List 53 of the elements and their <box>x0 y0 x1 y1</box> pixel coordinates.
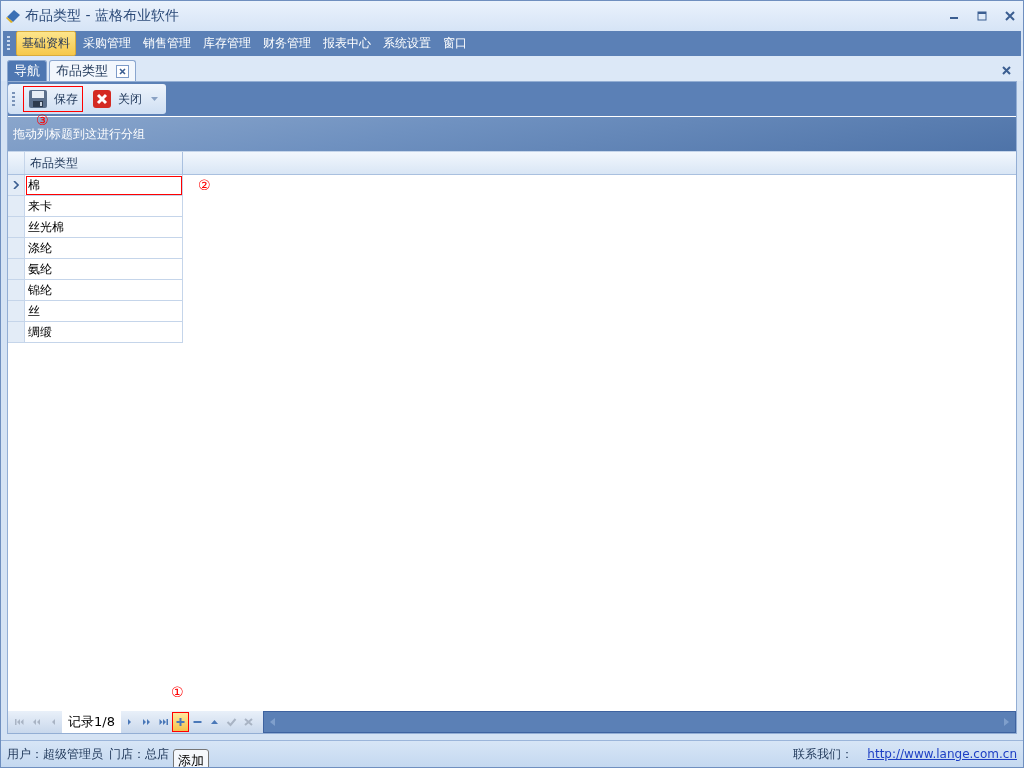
store-label: 门店：总店 <box>109 745 169 763</box>
column-header[interactable]: 布品类型 <box>25 152 183 174</box>
prev-page-icon <box>31 717 42 727</box>
table-cell[interactable]: 锦纶 <box>25 280 183 301</box>
table-cell[interactable]: 棉 <box>25 175 183 196</box>
add-icon <box>174 717 186 727</box>
maximize-icon[interactable] <box>977 11 987 21</box>
current-row-icon <box>13 181 19 189</box>
dropdown-arrow-icon[interactable] <box>151 97 158 101</box>
menu-item[interactable]: 财务管理 <box>258 32 316 55</box>
contact-label: 联系我们： <box>793 745 854 763</box>
scroll-right-icon[interactable] <box>1004 718 1009 726</box>
menu-item[interactable]: 库存管理 <box>198 32 256 55</box>
close-icon[interactable] <box>116 64 129 78</box>
tab[interactable]: 导航 <box>7 60 47 81</box>
next-page-icon <box>140 717 152 727</box>
tab[interactable]: 布品类型 <box>49 60 136 81</box>
tooltip: 添加 <box>173 749 209 767</box>
edit-icon <box>208 717 220 727</box>
annotation-number: ① <box>170 684 184 700</box>
group-panel-hint: 拖动列标题到这进行分组 <box>13 126 145 143</box>
table-cell[interactable]: 来卡 <box>25 196 183 217</box>
close-icon <box>92 89 112 109</box>
table-cell[interactable]: 丝 <box>25 301 183 322</box>
user-label: 用户：超级管理员 <box>7 745 103 763</box>
annotation-number: ③ <box>36 112 49 128</box>
toolbar-button[interactable]: 关闭 <box>87 86 147 112</box>
horizontal-scrollbar[interactable] <box>262 711 1016 733</box>
row-indicator[interactable] <box>8 175 25 196</box>
close-icon[interactable] <box>1005 11 1015 21</box>
menu-item[interactable]: 系统设置 <box>378 32 436 55</box>
book-icon <box>5 8 21 24</box>
cancel-icon <box>242 717 254 727</box>
table-cell[interactable]: 丝光棉 <box>25 217 183 238</box>
website-link[interactable]: http://www.lange.com.cn <box>867 747 1017 761</box>
table-cell[interactable]: 涤纶 <box>25 238 183 259</box>
table-cell[interactable]: 绸缎 <box>25 322 183 343</box>
table-cell[interactable]: 氨纶 <box>25 259 183 280</box>
grip-handle[interactable] <box>12 91 15 107</box>
menu-item[interactable]: 采购管理 <box>78 32 136 55</box>
grip-handle[interactable] <box>7 36 10 51</box>
first-icon <box>14 717 25 727</box>
menu-item[interactable]: 基础资料 <box>16 31 76 56</box>
close-icon[interactable] <box>1002 65 1011 75</box>
menu-item[interactable]: 窗口 <box>438 32 472 55</box>
record-counter: 记录1/8 <box>62 711 121 733</box>
menu-item[interactable]: 销售管理 <box>138 32 196 55</box>
window-title: 布品类型 - 蓝格布业软件 <box>25 7 179 25</box>
end-edit-icon <box>225 717 237 727</box>
annotation-number: ② <box>198 177 211 193</box>
last-icon <box>157 717 169 727</box>
menu-item[interactable]: 报表中心 <box>318 32 376 55</box>
scroll-left-icon[interactable] <box>269 718 275 726</box>
